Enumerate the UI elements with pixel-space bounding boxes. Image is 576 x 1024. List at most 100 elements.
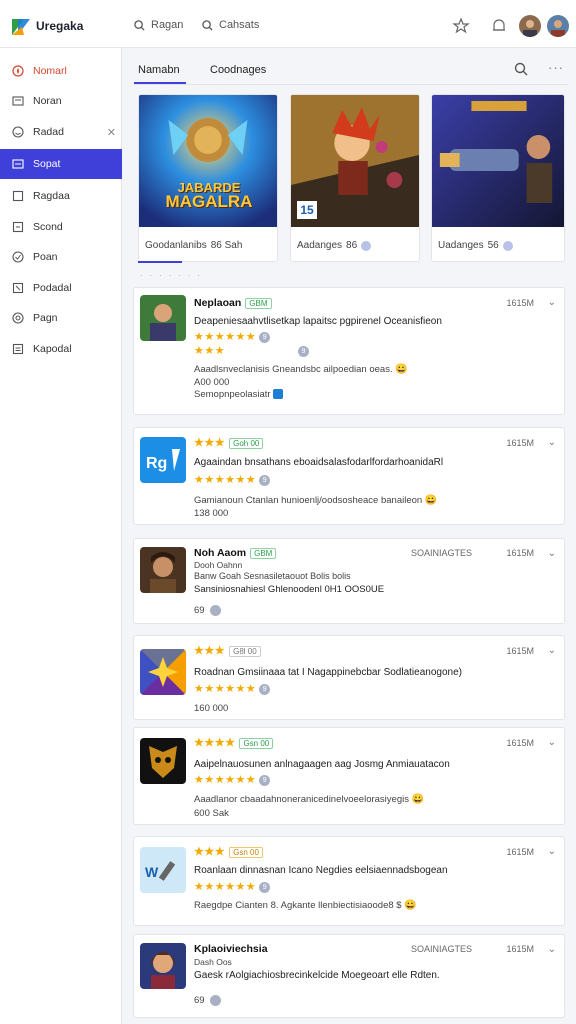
sidebar: Nomarl Noran Radad ✕ Sopat Ragdaa Scond … [0, 48, 122, 1024]
app-thumbnail: Rg [140, 437, 186, 483]
star-icon[interactable] [452, 17, 470, 35]
item-downloads: 138 000 [194, 508, 229, 519]
smile-emoji-icon: 😀 [404, 900, 417, 911]
sidebar-item-kapodal[interactable]: Kapodal [0, 334, 122, 364]
featured-caption-1: Goodanlanibs 86 Sah [145, 240, 242, 251]
sidebar-item-label: Sopat [33, 158, 61, 170]
list-item[interactable]: ★★★★ Gsn 00 1615M ⌄ Aaipelnauosunen anlna… [133, 727, 565, 825]
search-field-2-label: Cahsats [219, 19, 260, 31]
search-field-1[interactable]: Ragan [134, 19, 183, 31]
sidebar-item-radad[interactable]: Radad ✕ [0, 117, 122, 147]
item-rating: ★★★★★★ 9 [194, 682, 271, 695]
featured-caption-text: Uadanges [438, 240, 484, 251]
user-avatar-secondary[interactable] [547, 15, 569, 37]
featured-indicator [138, 261, 182, 263]
rating-stars: ★★★ [194, 437, 226, 449]
platform-icon [273, 389, 284, 400]
item-downloads: 160 000 [194, 703, 229, 714]
app-logo-icon[interactable] [10, 15, 32, 37]
search-icon [134, 19, 145, 31]
item-description: Aaipelnauosunen anlnagaagen aag Josmg An… [194, 759, 450, 770]
item-status: SOAINIAGTES [410, 944, 472, 954]
svg-text:Rg: Rg [146, 455, 167, 472]
search-field-1-label: Ragan [151, 19, 184, 31]
more-options-icon[interactable]: ⌄ [548, 297, 556, 308]
top-bar: Uregaka Ragan Cahsats [0, 0, 576, 48]
sidebar-item-poan[interactable]: Poan [0, 242, 122, 272]
sidebar-item-nomarl[interactable]: Nomarl [0, 56, 122, 86]
item-summary: Raegdpe Cianten 8. Agkante llenbiectisia… [194, 900, 417, 911]
list-icon [12, 221, 24, 233]
item-title: ★★★ Goh 00 [194, 436, 264, 449]
item-rating: ★★★★★★ 9 [194, 330, 271, 343]
item-tag-2: Banw Goah Sesnasiletaouot Bolis bolis [194, 571, 351, 581]
sidebar-item-ragdaa[interactable]: Ragdaa [0, 181, 122, 211]
sidebar-item-label: Poan [33, 251, 58, 263]
sidebar-item-podadal[interactable]: Podadal [0, 273, 122, 303]
bell-icon[interactable] [490, 17, 508, 35]
status-badge: Gsn 00 [229, 847, 263, 858]
list-item[interactable]: ★★★ G8l 00 1615M ⌄ Roadnan Gmsiinaaa tat … [133, 635, 565, 720]
rating-count: 9 [259, 881, 271, 893]
status-badge: GBM [245, 298, 272, 309]
item-downloads: 69 [194, 995, 222, 1006]
sidebar-item-sopat[interactable]: Sopat [0, 149, 122, 179]
list-item[interactable]: Rg ★★★ Goh 00 1615M ⌄ Agaaindan bnsathans… [133, 427, 565, 525]
more-options-icon[interactable]: ⌄ [548, 737, 556, 748]
item-description: Gaesk rAolgiachiosbrecinkelcide Moegeoar… [194, 970, 440, 981]
settings-icon [12, 312, 24, 324]
pin-icon[interactable]: ✕ [107, 126, 116, 139]
more-options-icon[interactable]: ⌄ [548, 437, 556, 448]
search-icon[interactable] [514, 62, 528, 76]
featured-card-1[interactable]: JABARDE MAGALRA Goodanlanibs 86 Sah [138, 94, 278, 262]
list-item[interactable]: W ★★★ Gsn 00 1615M ⌄ Roanlaan dinnasnan I… [133, 836, 565, 926]
tab-namabn[interactable]: Namabn [138, 64, 180, 76]
more-options-icon[interactable]: ··· [548, 60, 564, 75]
featured-meta: 86 [346, 240, 358, 251]
info-dot-icon [210, 995, 222, 1006]
sidebar-item-scond[interactable]: Scond [0, 212, 122, 242]
smile-emoji-icon: 😀 [411, 794, 425, 805]
more-options-icon[interactable]: ⌄ [548, 846, 556, 857]
featured-artwork-3 [432, 95, 564, 227]
info-dot-icon [502, 240, 513, 251]
more-options-icon[interactable]: ⌄ [548, 645, 556, 656]
sidebar-item-label: Noran [33, 95, 62, 107]
sidebar-item-pagn[interactable]: Pagn [0, 303, 122, 333]
featured-card-2[interactable]: 15 Aadanges 86 [290, 94, 420, 262]
app-thumbnail [140, 547, 186, 593]
sidebar-item-noran[interactable]: Noran [0, 86, 122, 116]
list-item[interactable]: Neplaoan GBM 1615M ⌄ Deapeniesaahvtlisetk… [133, 287, 565, 415]
item-rating: ★★★★★★ 9 [194, 773, 271, 786]
news-icon [12, 96, 24, 106]
item-description: Roanlaan dinnasnan Icano Negdies eelsiae… [194, 865, 448, 876]
featured-caption-text: Aadanges [297, 240, 343, 251]
item-developer: Semopnpeolasiatr [194, 389, 284, 400]
rating-stars: ★★★★★★ [194, 683, 257, 695]
item-description: Roadnan Gmsiinaaa tat I Nagappinebcbar S… [194, 667, 462, 678]
rating-stars: ★★★★★★ [194, 331, 257, 343]
featured-card-3[interactable]: Uadanges 56 [431, 94, 565, 262]
item-summary: Gamianoun Ctanlan hunioenlj/oodsosheace … [194, 495, 438, 506]
search-icon [202, 19, 213, 31]
smile-icon [12, 126, 24, 138]
featured-meta: 86 Sah [210, 240, 243, 251]
tab-coodnages[interactable]: Coodnages [210, 64, 266, 76]
list-item[interactable]: Noh Aaom GBM SOAINIAGTES 1615M ⌄ Dooh Oah… [133, 538, 565, 624]
more-options-icon[interactable]: ⌄ [548, 944, 556, 955]
user-avatar[interactable] [519, 15, 541, 37]
sidebar-item-label: Podadal [33, 282, 72, 294]
item-title: ★★★ Gsn 00 [194, 845, 263, 858]
svg-text:W: W [145, 864, 159, 880]
list-item[interactable]: Kplaoiviechsia SOAINIAGTES 1615M ⌄ Dash … [133, 934, 565, 1018]
rating-stars: ★★★★★★ [194, 881, 257, 893]
item-description: Sansiniosnahiesl Ghlenoodenl 0H1 OOS0UE [194, 584, 385, 595]
search-field-2[interactable]: Cahsats [202, 19, 259, 31]
info-dot-icon [210, 605, 222, 616]
item-title: Noh Aaom GBM [194, 547, 277, 559]
app-thumbnail [140, 943, 186, 989]
more-options-icon[interactable]: ⌄ [548, 548, 556, 559]
item-tag-1: Dooh Oahnn [194, 560, 243, 570]
item-title: ★★★★ Gsn 00 [194, 736, 274, 749]
app-name: Uregaka [36, 19, 84, 33]
